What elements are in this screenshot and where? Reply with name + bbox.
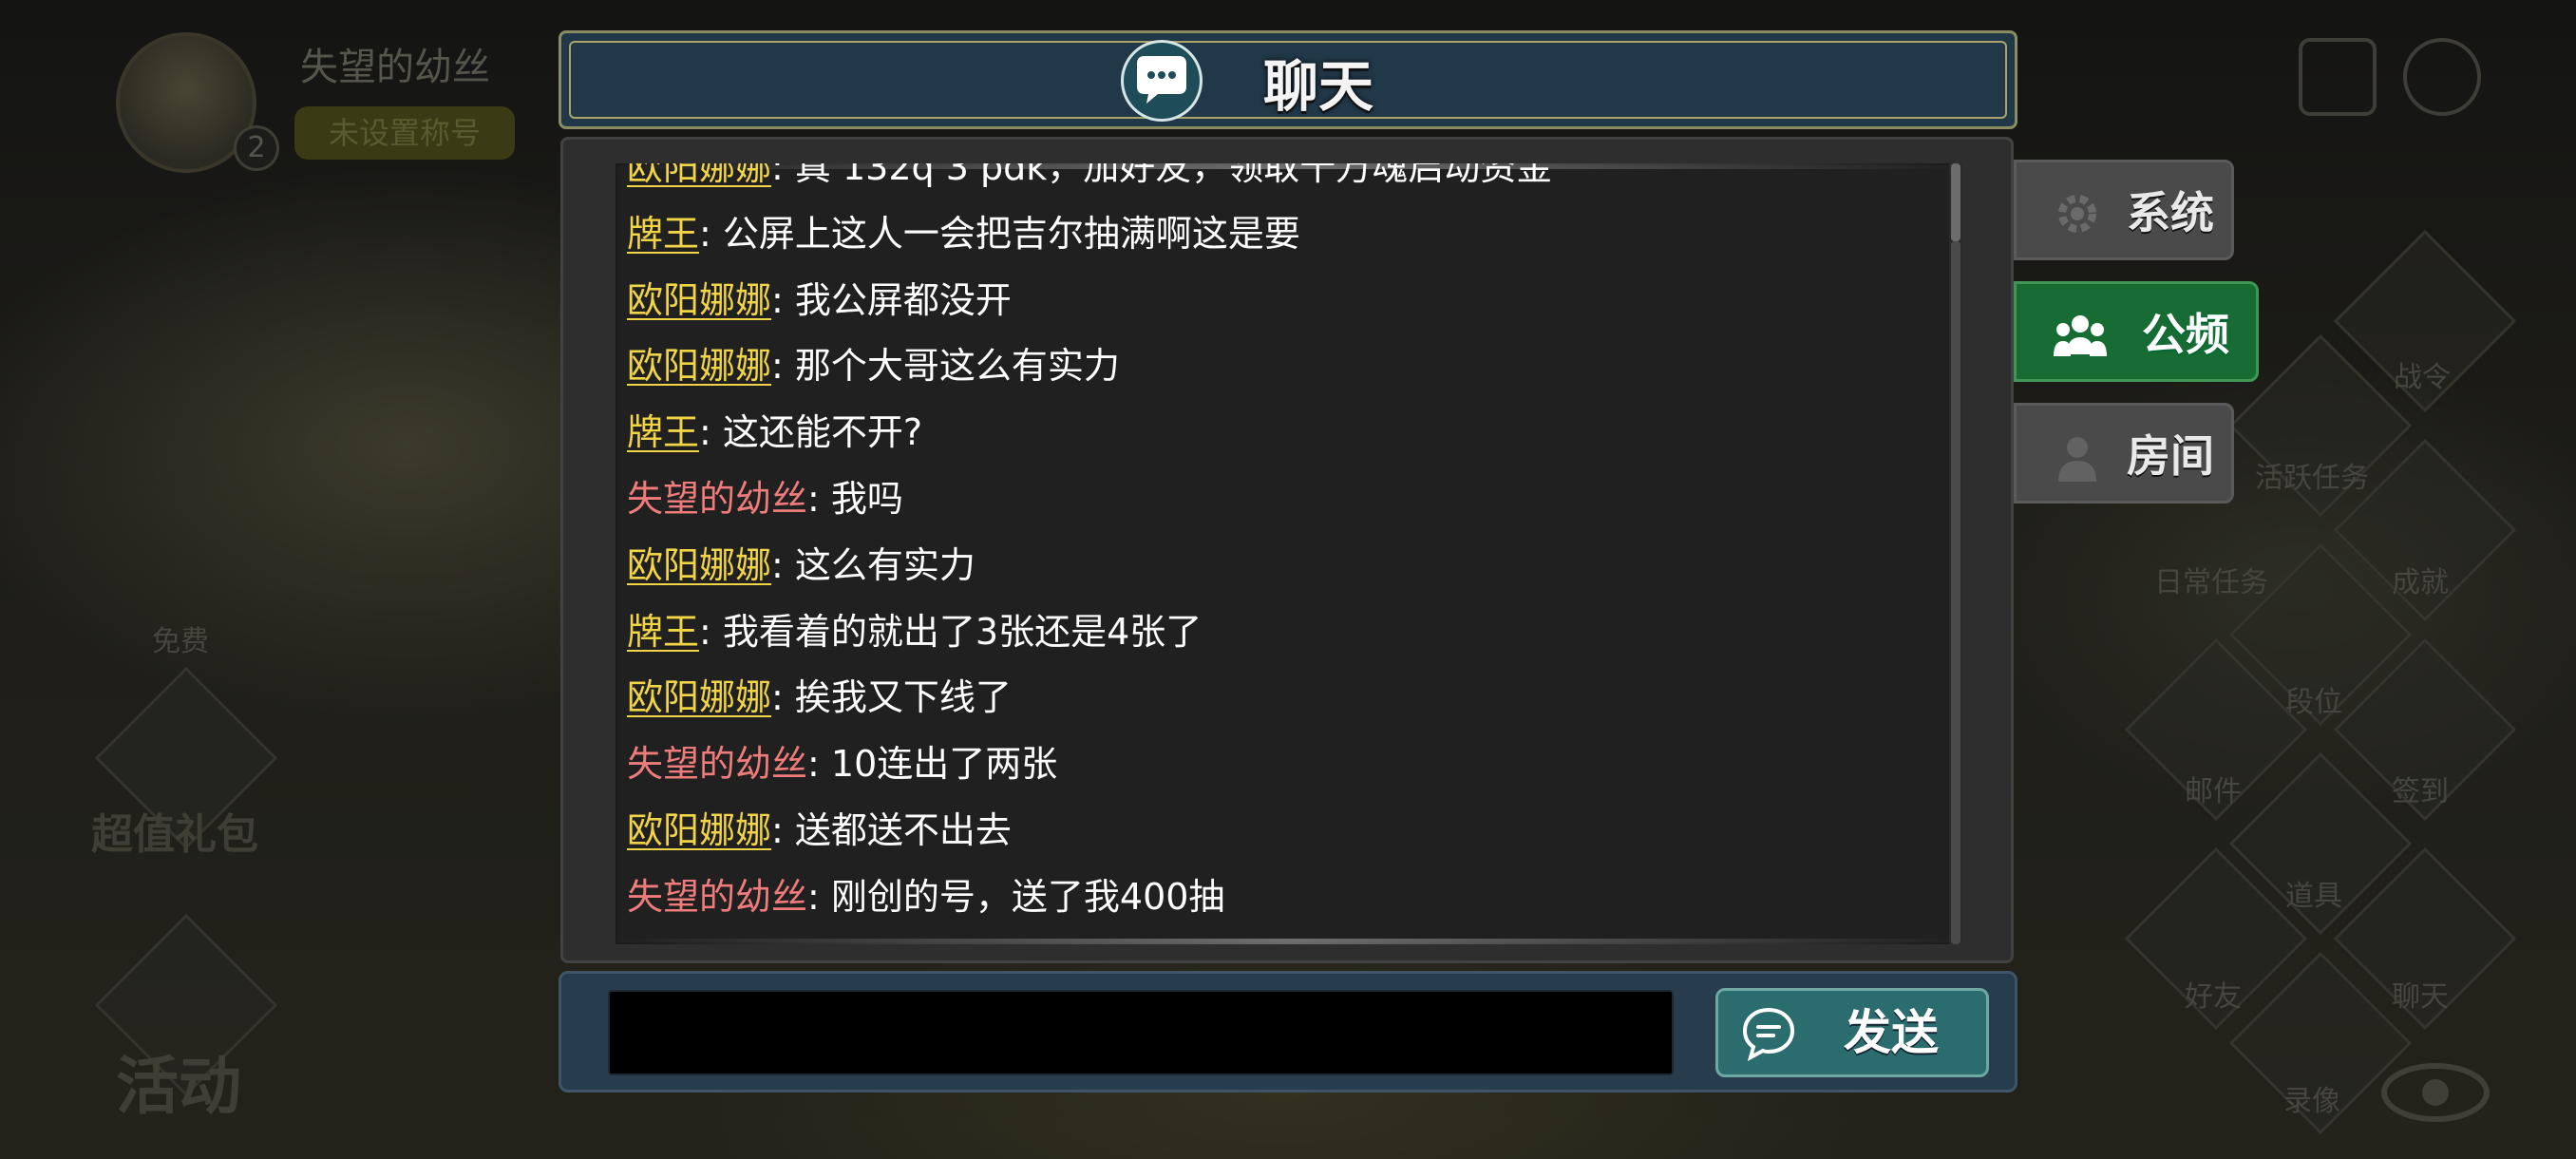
player-level-badge: 2 — [234, 125, 279, 171]
message-text: : 我看着的就出了3张还是4张了 — [699, 610, 1203, 653]
free-label: 免费 — [152, 625, 209, 658]
message-sender[interactable]: 欧阳娜娜 — [627, 345, 771, 387]
right-menu-label-3: 成就 — [2392, 566, 2449, 599]
chat-message: 欧阳娜娜: 那个大哥这么有实力 — [627, 333, 1934, 400]
value-pack-label: 超值礼包 — [91, 810, 258, 859]
message-sender[interactable]: 牌王 — [627, 611, 699, 653]
message-scrollbar[interactable] — [1949, 163, 1962, 944]
message-sender[interactable]: 牌王 — [627, 411, 699, 453]
gift-icon — [2299, 38, 2377, 116]
message-sender[interactable]: 欧阳娜娜 — [627, 676, 771, 718]
right-menu-label-2: 日常任务 — [2154, 566, 2268, 599]
message-text: : 送都送不出去 — [771, 808, 1012, 851]
activity-label: 活动 — [116, 1050, 241, 1123]
message-list[interactable]: 欧阳娜娜: 真 132q 3 pdk，加好友，领取十万魂启动资金 牌王: 公屏上这… — [616, 163, 1962, 944]
group-icon — [2054, 315, 2107, 356]
message-sender[interactable]: 失望的幼丝 — [627, 743, 807, 785]
gear-icon — [2058, 195, 2096, 233]
chat-title: 聊天 — [1263, 54, 1374, 119]
eye-icon — [2381, 1063, 2490, 1122]
right-menu-label-9: 聊天 — [2392, 980, 2449, 1014]
scrollbar-thumb[interactable] — [1951, 163, 1960, 241]
chat-message: 失望的幼丝: 刚创的号，送了我400抽 — [627, 864, 1934, 931]
message-sender[interactable]: 欧阳娜娜 — [627, 544, 771, 586]
right-menu-label-1: 活跃任务 — [2255, 462, 2369, 495]
chat-message: 牌王: 我看着的就出了3张还是4张了 — [627, 599, 1934, 666]
right-menu-label-10: 录像 — [2283, 1085, 2340, 1118]
tab-system[interactable]: 系统 — [2014, 160, 2234, 260]
speech-bubble-icon — [1742, 1007, 1795, 1061]
scrollbar-track-lower — [1951, 241, 1960, 944]
person-icon — [2058, 437, 2096, 482]
chat-message: 失望的幼丝: 我吗 — [627, 466, 1934, 533]
message-text: : 10连出了两张 — [807, 743, 1058, 786]
message-sender[interactable]: 失望的幼丝 — [627, 478, 807, 520]
right-menu-label-0: 战令 — [2394, 361, 2451, 394]
tab-room-label: 房间 — [2127, 430, 2214, 482]
right-menu-label-5: 邮件 — [2185, 775, 2242, 808]
chat-message: 失望的幼丝: 10连出了两张 — [627, 732, 1934, 798]
chat-message: 欧阳娜娜: 送都送不出去 — [627, 798, 1934, 864]
messages-container: 欧阳娜娜: 真 132q 3 pdk，加好友，领取十万魂启动资金 牌王: 公屏上这… — [627, 163, 1934, 931]
chat-message: 欧阳娜娜: 这么有实力 — [627, 533, 1934, 599]
message-sender[interactable]: 欧阳娜娜 — [627, 809, 771, 851]
send-button-label: 发送 — [1844, 1005, 1939, 1060]
right-menu-label-6: 签到 — [2392, 775, 2449, 808]
message-text: : 这还能不开? — [699, 411, 923, 454]
list-top-edge — [616, 163, 1962, 169]
chat-message: 牌王: 这还能不开? — [627, 400, 1934, 466]
tab-public[interactable]: 公频 — [2014, 281, 2259, 382]
tab-system-label: 系统 — [2127, 187, 2214, 238]
message-text: : 我吗 — [807, 477, 903, 520]
right-menu-label-7: 道具 — [2285, 880, 2342, 913]
message-text: : 我公屏都没开 — [771, 278, 1012, 321]
message-text: : 公屏上这人一会把吉尔抽满啊这是要 — [699, 212, 1300, 255]
tab-room[interactable]: 房间 — [2014, 403, 2234, 504]
message-sender[interactable]: 失望的幼丝 — [627, 876, 807, 918]
chat-message: 牌王: 公屏上这人一会把吉尔抽满啊这是要 — [627, 201, 1934, 268]
message-sender[interactable]: 牌王 — [627, 213, 699, 255]
send-button[interactable]: 发送 — [1715, 988, 1989, 1077]
message-sender[interactable]: 欧阳娜娜 — [627, 279, 771, 321]
chat-message-input[interactable] — [608, 990, 1674, 1075]
message-text: : 这么有实力 — [771, 543, 975, 586]
chat-bubble-icon — [1121, 40, 1203, 122]
chat-message: 欧阳娜娜: 我公屏都没开 — [627, 268, 1934, 334]
message-text: : 刚创的号，送了我400抽 — [807, 875, 1225, 918]
right-menu-label-4: 段位 — [2285, 686, 2342, 719]
message-text: : 挨我又下线了 — [771, 676, 1012, 719]
right-menu-label-8: 好友 — [2185, 980, 2242, 1014]
settings-gear-icon — [2403, 38, 2481, 116]
player-name: 失望的幼丝 — [300, 46, 490, 89]
message-text: : 那个大哥这么有实力 — [771, 345, 1120, 388]
tab-public-label: 公频 — [2142, 309, 2229, 360]
player-title-badge: 未设置称号 — [294, 106, 515, 160]
list-bottom-edge — [616, 939, 1962, 944]
chat-message: 欧阳娜娜: 挨我又下线了 — [627, 665, 1934, 732]
